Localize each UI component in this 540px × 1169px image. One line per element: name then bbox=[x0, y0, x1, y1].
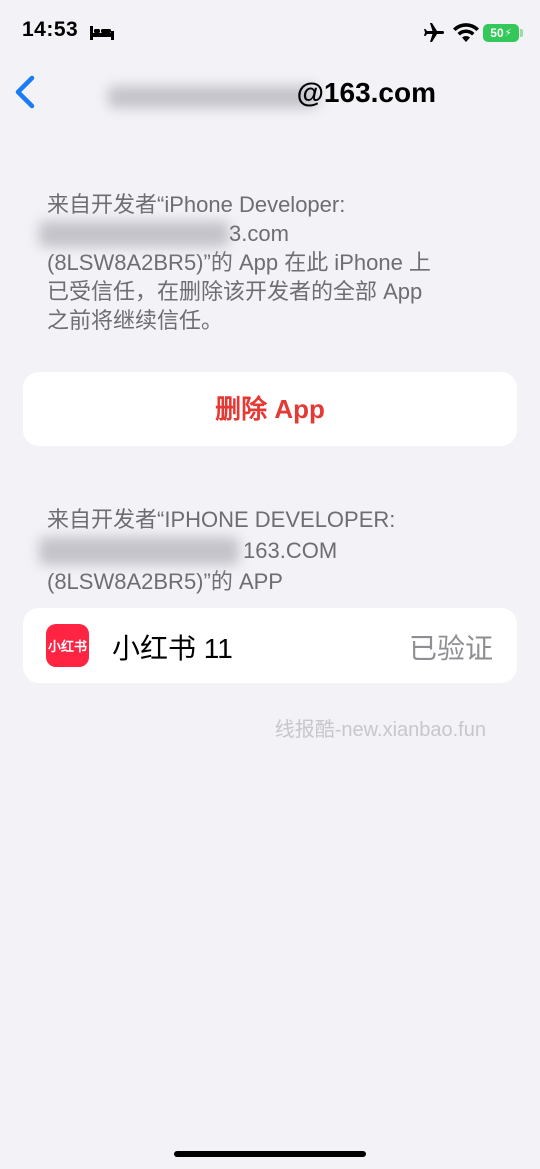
xiaohongshu-app-icon: 小红书 bbox=[46, 624, 89, 667]
bolt-icon: ⚡ bbox=[504, 27, 512, 39]
trust-line-2: 3.com bbox=[39, 219, 497, 248]
nav-title: @163.com bbox=[104, 72, 444, 116]
apps-section-header: 来自开发者“IPHONE DEVELOPER: 163.COM (8LSW8A2… bbox=[39, 504, 497, 597]
home-indicator[interactable] bbox=[174, 1151, 366, 1157]
apps-header-line-1: 来自开发者“IPHONE DEVELOPER: bbox=[47, 507, 396, 532]
status-time: 14:53 bbox=[22, 18, 79, 41]
trust-line-4: 已受信任，在删除该开发者的全部 App bbox=[47, 279, 423, 304]
app-row[interactable]: 小红书 小红书 11 已验证 bbox=[23, 608, 517, 683]
redacted-email-blur bbox=[39, 221, 229, 247]
nav-title-text: @163.com bbox=[296, 77, 436, 108]
bed-icon bbox=[90, 26, 114, 40]
redacted-email-blur bbox=[108, 86, 318, 108]
wifi-icon bbox=[453, 23, 479, 42]
chevron-left-icon[interactable] bbox=[10, 72, 42, 112]
redacted-email-blur bbox=[39, 537, 239, 565]
trust-line-5: 之前将继续信任。 bbox=[47, 308, 224, 333]
airplane-icon bbox=[424, 23, 444, 42]
apps-header-line-2: 163.COM bbox=[39, 535, 497, 566]
battery-tip bbox=[520, 29, 523, 37]
battery-icon: 50 ⚡ bbox=[483, 24, 519, 42]
app-verified-status: 已验证 bbox=[408, 633, 493, 664]
screen: 14:53 50 ⚡ @163.com 来自开发者“iPhone Develop… bbox=[0, 0, 540, 1169]
trust-line-1: 来自开发者“iPhone Developer: bbox=[47, 192, 346, 217]
delete-app-button[interactable]: 删除 App bbox=[23, 372, 517, 446]
trust-line-3: (8LSW8A2BR5)”的 App 在此 iPhone 上 bbox=[47, 250, 431, 275]
status-bar: 14:53 50 ⚡ bbox=[0, 0, 540, 66]
battery-level: 50 bbox=[490, 26, 504, 40]
apps-header-line-3: (8LSW8A2BR5)”的 APP bbox=[47, 569, 283, 594]
app-name: 小红书 11 bbox=[112, 633, 233, 664]
watermark: 线报酷-new.xianbao.fun bbox=[274, 719, 486, 741]
trust-description: 来自开发者“iPhone Developer: 3.com (8LSW8A2BR… bbox=[39, 190, 497, 335]
delete-app-label: 删除 App bbox=[215, 394, 325, 424]
